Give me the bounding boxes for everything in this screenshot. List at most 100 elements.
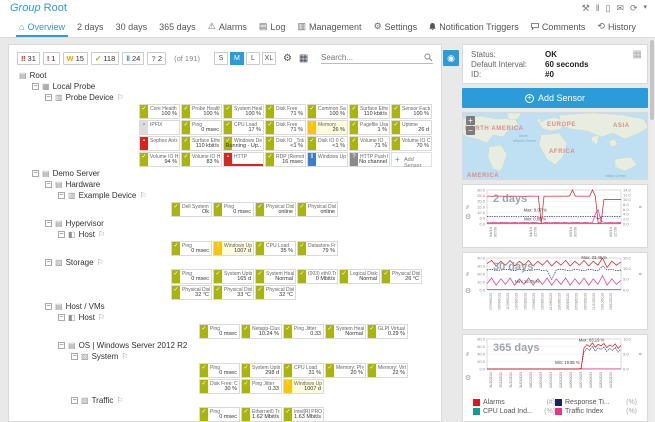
count-chip-down[interactable]: ‼31 <box>17 52 40 65</box>
device-row[interactable]: −▥Probe Device⚐ <box>9 92 441 103</box>
sensor-tile[interactable]: ✓Physical Disk: ..26 °C <box>381 269 422 284</box>
tile-view-icon[interactable]: ▦ <box>299 53 308 64</box>
add-sensor-button[interactable]: + Add Sensor <box>462 88 648 108</box>
count-chip-warning[interactable]: W15 <box>63 52 88 65</box>
sensor-tile[interactable]: ✓Core Health100 % <box>139 104 180 119</box>
view-settings-gear-icon[interactable]: ⚙ <box>283 53 292 64</box>
chart-settings-icon[interactable]: ⚙ <box>465 287 471 295</box>
sensor-tile[interactable]: ✓Pagefile Usage1 % <box>349 120 390 135</box>
expander-icon[interactable]: − <box>58 192 65 199</box>
sensor-tile[interactable]: !Windows Upda..1007 d <box>213 241 254 256</box>
sensor-tile[interactable]: ✓Physical Disk 0..online <box>297 202 338 217</box>
tab-30-days[interactable]: 30 days <box>113 18 151 37</box>
sensor-tile[interactable]: ✓Disk IO 0 C:<1 % <box>307 136 348 151</box>
device-row[interactable]: −◧Host⚐ <box>9 312 441 323</box>
sensor-tile[interactable]: ✓Common SaaS..100 % <box>307 104 348 119</box>
expander-icon[interactable]: − <box>45 181 52 188</box>
group-row[interactable]: ▤Root <box>9 70 441 81</box>
count-chip-paused[interactable]: ‖24 <box>122 52 144 65</box>
sensor-tile[interactable]: ✓Volume IO C:70 % <box>391 136 432 151</box>
sensor-tile[interactable]: ✓CPU Load17 % <box>223 120 264 135</box>
sensor-tile[interactable]: ?HTTP Push Da..No channel <box>349 152 390 167</box>
expander-icon[interactable]: − <box>45 94 52 101</box>
sensor-tile[interactable]: ✓GLPI Virtual A..0.29 % <box>367 324 408 339</box>
sensor-tile[interactable]: ✓Memory: Virtu..22 % <box>367 363 408 378</box>
zoom-in-button[interactable]: + <box>466 116 475 125</box>
sensor-tile[interactable]: ✓Intel[R] PRO_1..1.63 Mbit/s <box>283 407 324 422</box>
tools-icon[interactable]: ⚒ <box>582 3 590 13</box>
device-row[interactable]: −▥Example Device⚐ <box>9 190 441 201</box>
count-chip-up[interactable]: ✓118 <box>91 52 119 65</box>
sensor-tile[interactable]: ✓System Uptime298 d <box>241 363 282 378</box>
sensor-tile[interactable]: ✓Ping Jitter0.33 <box>241 379 282 394</box>
expander-icon[interactable]: − <box>32 170 39 177</box>
search-input[interactable] <box>321 53 421 62</box>
tab-comments[interactable]: Comments <box>528 18 589 37</box>
sensor-tile[interactable]: ✓Physical Disk: ..33 °C <box>213 285 254 300</box>
add-sensor-tile[interactable]: +Add Sensor <box>391 152 432 167</box>
expander-icon[interactable]: − <box>32 83 39 90</box>
expander-icon[interactable]: − <box>45 303 52 310</box>
sensor-tile[interactable]: ▪HTTP <box>223 152 264 167</box>
sensor-tile[interactable]: !Windows Upda..1007 d <box>283 379 324 394</box>
size-button-s[interactable]: S <box>214 52 228 65</box>
sensor-tile[interactable]: ✓Datastore Free..79 % <box>297 241 338 256</box>
sensor-tile[interactable]: ‖Windows Upda.. <box>307 152 348 167</box>
sensor-tile[interactable]: ▪IPFIX <box>139 120 180 135</box>
sensor-tile[interactable]: ✓System HealthNormal <box>325 324 366 339</box>
sensor-tile[interactable]: ✓Physical Disk 0..online <box>255 202 296 217</box>
sensor-tile[interactable]: ✓Ping Jitter0.33 <box>283 324 324 339</box>
sensor-tile[interactable]: ✓System HealthNormal <box>255 269 296 284</box>
tab-365-days[interactable]: 365 days <box>156 18 199 37</box>
tab-overview[interactable]: ⌂Overview <box>16 18 68 37</box>
pause-icon[interactable]: ‖ <box>596 3 600 13</box>
sensor-tile[interactable]: ✓Surface Ethern..110 kbit/s <box>349 104 390 119</box>
chart-canvas[interactable]: 40.030.020.010.00.015.010.05.00.0%#30 da… <box>463 253 647 329</box>
geo-map[interactable]: + − NORTH AMERICAEUROPEASIAAFRICAAMERICA… <box>462 112 648 180</box>
expander-icon[interactable]: − <box>71 397 78 404</box>
group-row[interactable]: −▤Host / VMs <box>9 301 441 312</box>
report-icon[interactable]: ▯ <box>605 3 610 13</box>
group-row[interactable]: −▤Hardware <box>9 179 441 190</box>
tab-log[interactable]: ▤Log <box>256 18 289 37</box>
sensor-tile[interactable]: ✓Uptime26 d <box>391 120 432 135</box>
device-row[interactable]: −▧Traffic⚐ <box>9 395 441 406</box>
expander-icon[interactable]: − <box>45 220 52 227</box>
sensor-tile[interactable]: ✓CPU Load31 % <box>283 363 324 378</box>
caret-down-icon[interactable]: ▾ <box>643 3 647 13</box>
sensor-tile[interactable]: ✓System Health100 % <box>223 104 264 119</box>
tab-management[interactable]: ▥Management <box>294 18 364 37</box>
sensor-tile[interactable]: ✓Sensor Factory100 % <box>391 104 432 119</box>
sensor-tile[interactable]: ✓Ping0 msec <box>213 202 254 217</box>
expander-icon[interactable]: − <box>58 342 65 349</box>
sensor-tile[interactable]: ✓Dell System He..Ok <box>171 202 212 217</box>
sensor-tile[interactable]: ✓Physical Disk: ..32 °C <box>255 285 296 300</box>
group-row[interactable]: −▤Hypervisor <box>9 218 441 229</box>
sensor-tile[interactable]: ✓Disk Free: C:\30 % <box>199 379 240 394</box>
sensor-tile[interactable]: ▪Sophos Anti-Vi.. <box>139 136 180 151</box>
device-row[interactable]: −◧Host⚐ <box>9 229 441 240</box>
group-row[interactable]: −▤Demo Server <box>9 168 441 179</box>
sensor-tile[interactable]: ✓RDP (Remote ..16 msec <box>265 152 306 167</box>
size-button-l[interactable]: L <box>246 52 260 65</box>
refresh-icon[interactable]: ⟳ <box>630 3 638 13</box>
tab-alarms[interactable]: ⚠Alarms <box>205 18 250 37</box>
sensor-tile[interactable]: ✓Ping0 msec <box>199 324 240 339</box>
sensor-tile[interactable]: !Memory26 % <box>307 120 348 135</box>
sensor-tile[interactable]: ✓Logical Disk: V..Normal <box>339 269 380 284</box>
sensor-tile[interactable]: ✓Netapp-Cluster..10.24 % <box>241 324 282 339</box>
sensor-tile[interactable]: ✓(003) eth0 Traf..0 Mbit/s <box>297 269 338 284</box>
sensor-tile[interactable]: ✓System Uptime165 d <box>213 269 254 284</box>
expander-icon[interactable]: − <box>71 353 78 360</box>
sensor-tile[interactable]: ✓Ping0 msec <box>171 269 212 284</box>
sensor-tile[interactable]: ✓Ping0 msec <box>199 407 240 422</box>
sensor-tile[interactable]: ✓Surface Ethern..110 kbit/s <box>181 136 222 151</box>
size-button-xl[interactable]: XL <box>262 52 276 65</box>
group-row[interactable]: −▦Local Probe <box>9 81 441 92</box>
sensor-tile[interactable]: ✓Physical Disk: ..32 °C <box>171 285 212 300</box>
device-row[interactable]: −▧System⚐ <box>9 351 441 362</box>
count-chip-down-ack[interactable]: !1 <box>43 52 60 65</box>
world-map-image[interactable]: NORTH AMERICAEUROPEASIAAFRICAAMERICANort… <box>463 113 648 180</box>
sensor-tile[interactable]: ✓Disk IO _Total<1 % <box>265 136 306 151</box>
tab-2-days[interactable]: 2 days <box>74 18 107 37</box>
